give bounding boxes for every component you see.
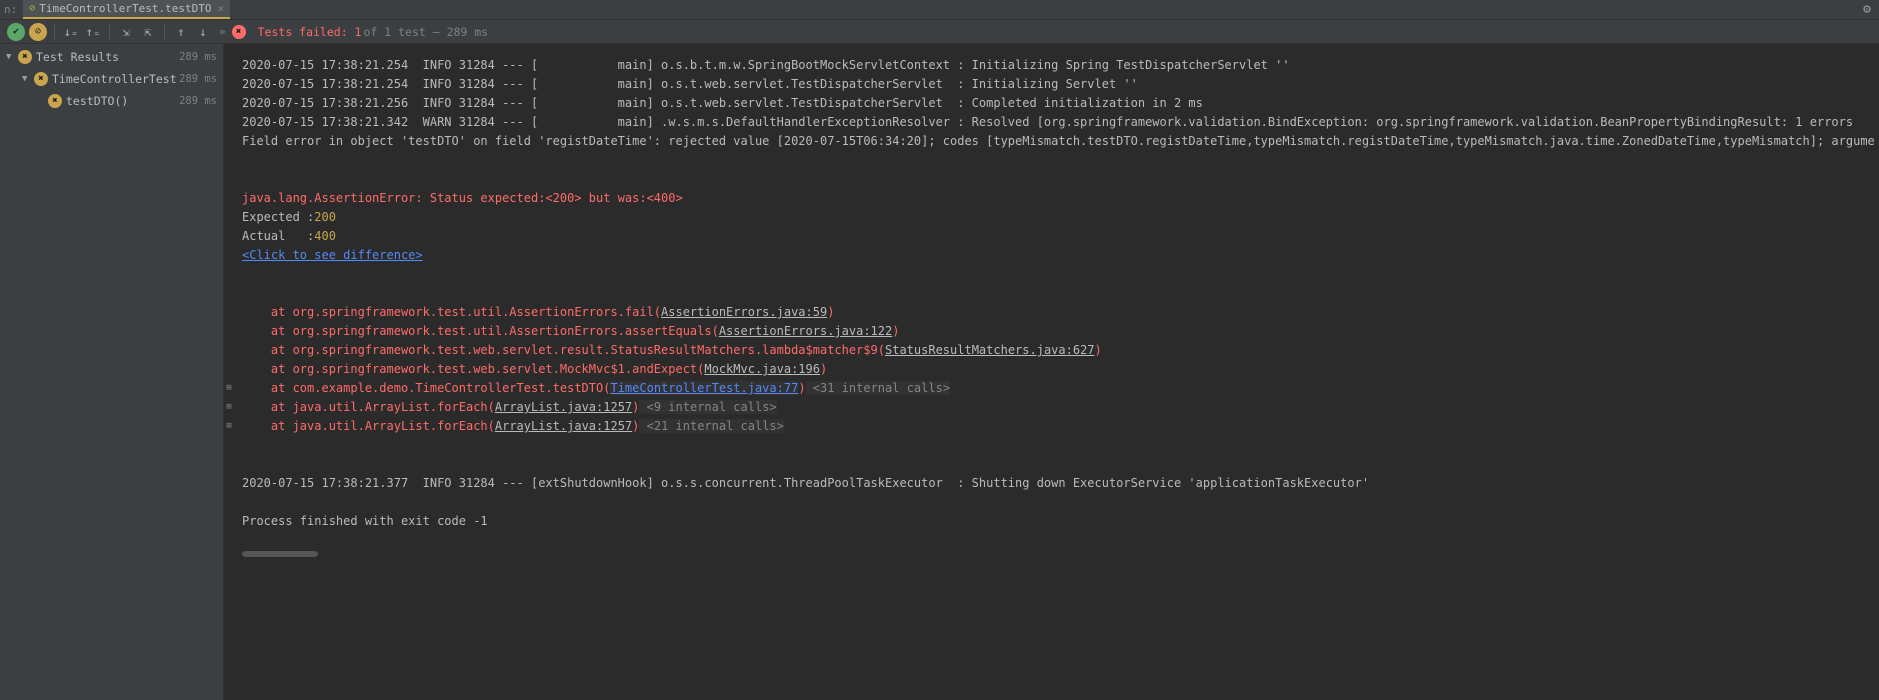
tree-label: Test Results <box>36 50 119 64</box>
expand-all-button[interactable]: ⇲ <box>116 22 136 42</box>
exit-code-line: Process finished with exit code -1 <box>242 512 1869 531</box>
stack-frame: at org.springframework.test.web.servlet.… <box>242 360 1869 379</box>
divider <box>164 24 165 40</box>
assertion-error: java.lang.AssertionError: Status expecte… <box>242 189 1869 208</box>
horizontal-scrollbar[interactable] <box>242 551 318 557</box>
stack-frame: ⊞ at java.util.ArrayList.forEach(ArrayLi… <box>242 398 1869 417</box>
tree-label: TimeControllerTest <box>52 72 177 86</box>
log-line: Field error in object 'testDTO' on field… <box>242 132 1869 151</box>
collapse-all-button[interactable]: ⇱ <box>138 22 158 42</box>
tree-time: 289 ms <box>179 95 217 107</box>
tree-label: testDTO() <box>66 94 128 108</box>
error-icon: ✖ <box>232 25 246 39</box>
source-link[interactable]: StatusResultMatchers.java:627 <box>885 343 1095 357</box>
expand-frames-icon[interactable]: ⊞ <box>224 379 234 398</box>
sort-asc-button[interactable]: ↓₌ <box>61 22 81 42</box>
stack-frame: ⊞ at java.util.ArrayList.forEach(ArrayLi… <box>242 417 1869 436</box>
tree-root[interactable]: ▼ ✖ Test Results 289 ms <box>0 46 223 68</box>
divider <box>109 24 110 40</box>
source-link[interactable]: TimeControllerTest.java:77 <box>610 381 798 395</box>
show-passed-toggle[interactable]: ✔ <box>6 22 26 42</box>
stack-frame: at org.springframework.test.util.Asserti… <box>242 322 1869 341</box>
divider <box>54 24 55 40</box>
expand-frames-icon[interactable]: ⊞ <box>224 398 234 417</box>
fail-icon: ✖ <box>48 94 62 108</box>
console-output[interactable]: 2020-07-15 17:38:21.254 INFO 31284 --- [… <box>224 44 1879 700</box>
tree-method[interactable]: ✖ testDTO() 289 ms <box>0 90 223 112</box>
test-icon: ⊘ <box>29 3 35 14</box>
stack-frame: at org.springframework.test.util.Asserti… <box>242 303 1869 322</box>
sort-desc-button[interactable]: ↑₌ <box>83 22 103 42</box>
source-link[interactable]: AssertionErrors.java:122 <box>719 324 892 338</box>
log-line: 2020-07-15 17:38:21.256 INFO 31284 --- [… <box>242 94 1869 113</box>
log-line: 2020-07-15 17:38:21.254 INFO 31284 --- [… <box>242 56 1869 75</box>
more-actions-button[interactable]: » <box>219 25 226 38</box>
log-line: 2020-07-15 17:38:21.254 INFO 31284 --- [… <box>242 75 1869 94</box>
see-difference-link[interactable]: <Click to see difference> <box>242 248 423 262</box>
expected-line: Expected :200 <box>242 208 1869 227</box>
run-config-label: n: <box>4 3 17 16</box>
next-fail-button[interactable]: ↓ <box>193 22 213 42</box>
chevron-down-icon[interactable]: ▼ <box>6 52 18 62</box>
tab-bar: n: ⊘ TimeControllerTest.testDTO × ⚙ <box>0 0 1879 20</box>
expand-frames-icon[interactable]: ⊞ <box>224 417 234 436</box>
prev-fail-button[interactable]: ↑ <box>171 22 191 42</box>
stack-frame: at org.springframework.test.web.servlet.… <box>242 341 1869 360</box>
log-line: 2020-07-15 17:38:21.342 WARN 31284 --- [… <box>242 113 1869 132</box>
test-tree: ▼ ✖ Test Results 289 ms ▼ ✖ TimeControll… <box>0 44 224 700</box>
test-window-body: ▼ ✖ Test Results 289 ms ▼ ✖ TimeControll… <box>0 44 1879 700</box>
chevron-down-icon[interactable]: ▼ <box>22 74 34 84</box>
source-link[interactable]: AssertionErrors.java:59 <box>661 305 827 319</box>
tree-class[interactable]: ▼ ✖ TimeControllerTest 289 ms <box>0 68 223 90</box>
close-icon[interactable]: × <box>217 2 224 15</box>
source-link[interactable]: ArrayList.java:1257 <box>495 419 632 433</box>
fail-icon: ✖ <box>34 72 48 86</box>
log-line: 2020-07-15 17:38:21.377 INFO 31284 --- [… <box>242 474 1869 493</box>
actual-line: Actual :400 <box>242 227 1869 246</box>
status-tail: of 1 test – 289 ms <box>363 25 488 39</box>
tab-title: TimeControllerTest.testDTO <box>39 2 211 15</box>
tree-time: 289 ms <box>179 73 217 85</box>
test-toolbar: ✔ ⊘ ↓₌ ↑₌ ⇲ ⇱ ↑ ↓ » ✖ Tests failed: 1 of… <box>0 20 1879 44</box>
source-link[interactable]: ArrayList.java:1257 <box>495 400 632 414</box>
gear-icon[interactable]: ⚙ <box>1863 2 1871 17</box>
run-tab[interactable]: ⊘ TimeControllerTest.testDTO × <box>23 0 230 19</box>
source-link[interactable]: MockMvc.java:196 <box>704 362 820 376</box>
status-failed: Tests failed: 1 <box>258 25 362 39</box>
show-ignored-toggle[interactable]: ⊘ <box>28 22 48 42</box>
stack-frame: ⊞ at com.example.demo.TimeControllerTest… <box>242 379 1869 398</box>
fail-icon: ✖ <box>18 50 32 64</box>
tree-time: 289 ms <box>179 51 217 63</box>
